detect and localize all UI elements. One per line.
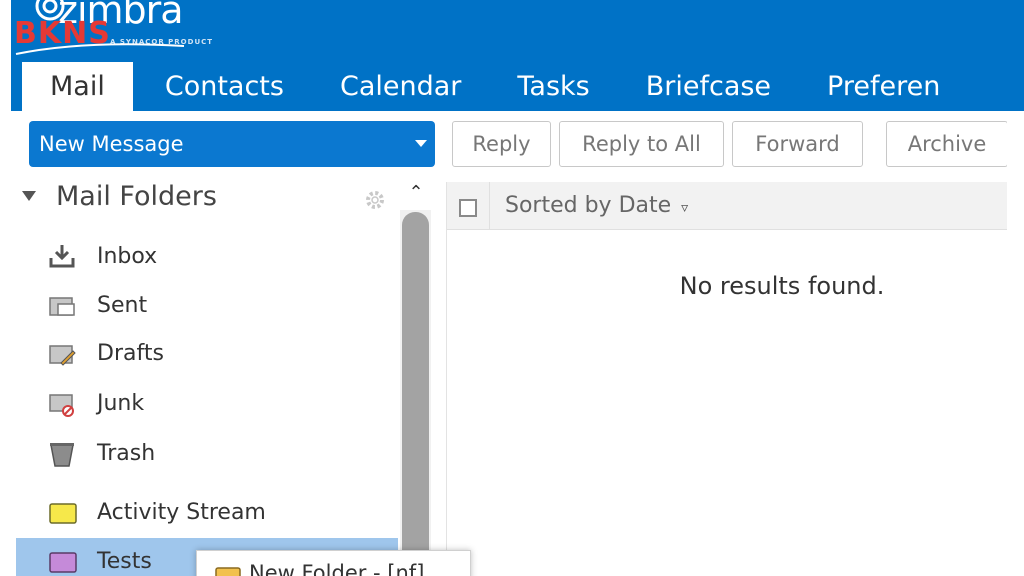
folder-drafts[interactable]: Drafts: [47, 334, 164, 372]
header-left-strip: [0, 0, 11, 111]
new-message-button[interactable]: New Message: [29, 121, 435, 167]
folder-inbox[interactable]: Inbox: [47, 237, 157, 275]
tab-preferences[interactable]: Preferen: [799, 62, 968, 111]
sidebar-scrollbar-thumb[interactable]: [402, 212, 429, 576]
inbox-icon: [47, 241, 81, 271]
folder-label: Drafts: [97, 340, 164, 366]
folder-icon: [215, 567, 241, 576]
folder-trash[interactable]: Trash: [47, 434, 155, 472]
folder-label: Sent: [97, 292, 148, 318]
collapse-triangle-icon[interactable]: [22, 190, 36, 201]
tab-tasks[interactable]: Tasks: [489, 62, 617, 111]
gear-icon[interactable]: [363, 188, 387, 212]
new-message-label: New Message: [39, 132, 184, 156]
folder-junk[interactable]: Junk: [47, 384, 144, 422]
scroll-up-icon[interactable]: ⌃: [402, 182, 430, 208]
junk-folder-icon: [47, 388, 81, 418]
app-tab-bar: Mail Contacts Calendar Tasks Briefcase P…: [22, 62, 968, 111]
purple-folder-icon: [47, 546, 81, 576]
sent-folder-icon: [47, 290, 81, 320]
reply-all-button[interactable]: Reply to All: [559, 121, 724, 167]
sort-arrow-icon: ▿: [681, 200, 689, 216]
sort-by-date-control[interactable]: Sorted by Date ▿: [505, 182, 688, 232]
folder-label: Junk: [97, 390, 145, 416]
drafts-folder-icon: [47, 338, 81, 368]
folder-label: Inbox: [97, 243, 158, 269]
folder-sent[interactable]: Sent: [47, 286, 147, 324]
yellow-folder-icon: [47, 497, 81, 527]
zimbra-logo[interactable]: zimbra A SYNACOR PRODUCT BKNS: [14, 0, 254, 62]
folder-label: Activity Stream: [97, 499, 266, 525]
tab-mail[interactable]: Mail: [22, 62, 133, 111]
tab-contacts[interactable]: Contacts: [137, 62, 312, 111]
folder-tests[interactable]: Tests: [47, 542, 152, 576]
folder-label: Trash: [97, 440, 156, 466]
forward-button[interactable]: Forward: [732, 121, 863, 167]
folder-label: Tests: [97, 548, 152, 574]
select-all-checkbox[interactable]: [459, 199, 477, 217]
right-edge: [1007, 121, 1024, 576]
tab-calendar[interactable]: Calendar: [312, 62, 489, 111]
mail-folders-title: Mail Folders: [56, 181, 217, 212]
drag-folder-tooltip: New Folder - [nf]: [196, 550, 471, 576]
chevron-down-icon[interactable]: [415, 140, 427, 147]
folder-activity-stream[interactable]: Activity Stream: [47, 493, 266, 531]
bkns-watermark: BKNS: [14, 16, 111, 51]
reply-button[interactable]: Reply: [452, 121, 551, 167]
archive-button[interactable]: Archive: [886, 121, 1008, 167]
list-left-border: [446, 182, 447, 576]
trash-icon: [47, 438, 81, 468]
sort-label: Sorted by Date: [505, 193, 672, 218]
empty-list-message: No results found.: [679, 272, 885, 300]
tab-briefcase[interactable]: Briefcase: [618, 62, 799, 111]
header-divider: [489, 182, 490, 230]
drag-tooltip-label: New Folder - [nf]: [249, 561, 425, 576]
mail-folders-header[interactable]: Mail Folders: [22, 181, 217, 212]
message-list-header: Sorted by Date ▿: [447, 182, 1007, 230]
